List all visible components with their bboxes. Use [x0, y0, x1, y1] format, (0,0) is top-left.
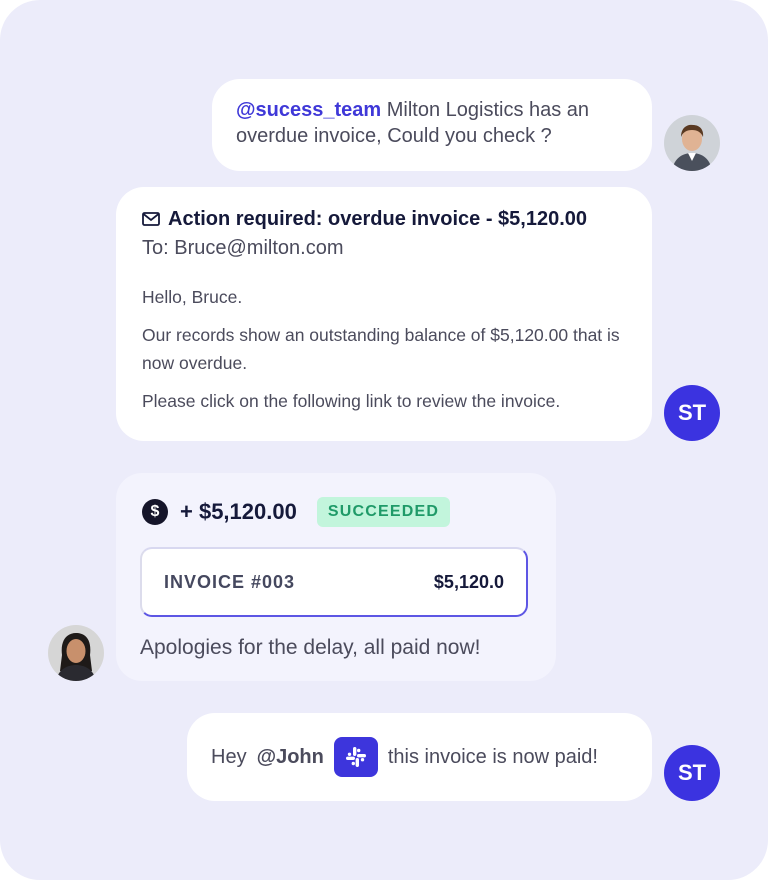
slack-icon [333, 737, 378, 777]
message-bubble-overdue: @sucess_team Milton Logistics has an ove… [212, 79, 652, 171]
email-subject: Action required: overdue invoice - $5,12… [168, 208, 588, 230]
invoice-title: INVOICE #003 [164, 571, 296, 592]
email-paragraph-balance: Our records show an outstanding balance … [142, 325, 620, 373]
status-badge: SUCCEEDED [316, 497, 451, 527]
email-greeting: Hello, Bruce. [142, 287, 243, 307]
email-paragraph-link: Please click on the following link to re… [142, 391, 561, 411]
invoice-amount: $5,120.0 [433, 571, 504, 592]
email-bubble: Action required: overdue invoice - $5,12… [116, 187, 652, 441]
mail-icon [142, 212, 160, 226]
invoice-card[interactable]: INVOICE #003 $5,120.0 [140, 547, 528, 617]
message-bubble-paid: Hey @John this invoice is now paid! [187, 713, 652, 801]
avatar-male[interactable] [664, 115, 720, 171]
mention-john[interactable]: @John [257, 744, 324, 770]
avatar-female[interactable] [48, 625, 104, 681]
female-avatar-icon [48, 625, 104, 681]
message-prefix: Hey [211, 746, 247, 768]
chat-canvas: @sucess_team Milton Logistics has an ove… [0, 0, 768, 880]
email-recipient: To: Bruce@milton.com [142, 237, 344, 259]
email-subject-row: Action required: overdue invoice - $5,12… [142, 205, 626, 233]
email-body: Hello, Bruce. Our records show an outsta… [142, 283, 626, 415]
avatar-st[interactable]: ST [664, 745, 720, 801]
payment-message: Apologies for the delay, all paid now! [140, 636, 481, 659]
message-body: this invoice is now paid! [387, 746, 598, 768]
message-text: @sucess_team Milton Logistics has an ove… [236, 97, 628, 149]
payment-header: $ + $5,120.00 SUCCEEDED [142, 497, 530, 527]
avatar-st[interactable]: ST [664, 385, 720, 441]
payment-bubble: $ + $5,120.00 SUCCEEDED INVOICE #003 $5,… [116, 473, 556, 681]
male-avatar-icon [664, 115, 720, 171]
mention-success-team[interactable]: @sucess_team [236, 99, 381, 121]
payment-amount: + $5,120.00 [180, 499, 297, 524]
dollar-icon: $ [142, 499, 168, 525]
